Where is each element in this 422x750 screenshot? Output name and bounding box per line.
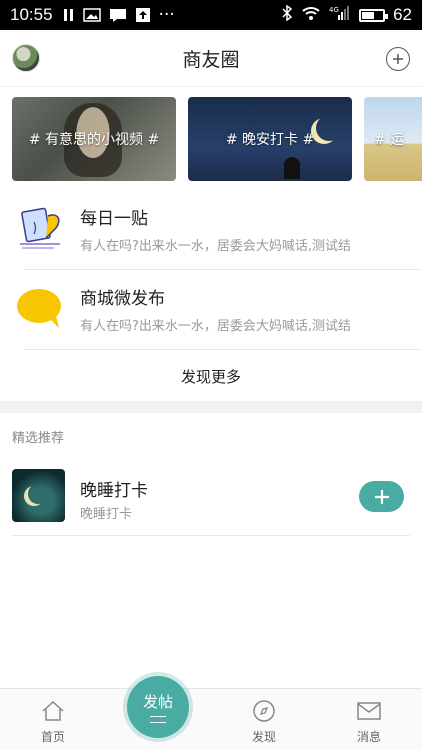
chat-bubble-icon	[14, 282, 66, 334]
topic-card-goodnight[interactable]: # 晚安打卡 #	[188, 97, 352, 181]
topic-card-label: # 运	[374, 132, 405, 148]
wifi-icon	[301, 5, 321, 26]
feature-desc: 有人在吗?出来水一水，居委会大妈喊话,测试结	[80, 319, 352, 334]
tab-label: 消息	[356, 730, 381, 744]
recommendation-title: 晚睡打卡	[80, 481, 148, 501]
app-header: 商友圈	[0, 30, 422, 87]
feature-daily-post[interactable]: 每日一贴 有人在吗?出来水一水，居委会大妈喊话,测试结	[0, 190, 422, 270]
tab-label: 首页	[40, 730, 65, 744]
topic-card-label: # 晚安打卡 #	[225, 132, 315, 148]
tab-discover[interactable]: 发现	[222, 689, 306, 750]
follow-button[interactable]	[359, 481, 404, 512]
section-title: 精选推荐	[12, 431, 65, 446]
pause-icon	[63, 8, 75, 22]
feature-title: 商城微发布	[80, 289, 165, 309]
bluetooth-icon	[281, 4, 293, 26]
menu-lines-icon	[150, 716, 166, 723]
section-separator	[0, 401, 422, 413]
compass-icon	[252, 696, 276, 726]
status-bar: 10:55 ··· 4G 62	[0, 0, 422, 30]
plus-icon	[393, 54, 403, 64]
upload-icon	[135, 7, 151, 23]
moon-icon	[28, 484, 48, 504]
mail-icon	[357, 696, 381, 726]
feature-mall-publish[interactable]: 商城微发布 有人在吗?出来水一水，居委会大妈喊话,测试结	[0, 270, 422, 350]
tab-messages[interactable]: 消息	[327, 689, 411, 750]
divider	[12, 535, 410, 536]
divider	[24, 349, 422, 350]
recommendation-thumbnail	[12, 469, 65, 522]
svg-text:4G: 4G	[329, 6, 339, 14]
image-icon	[82, 8, 101, 22]
cat-silhouette	[284, 157, 300, 179]
tab-home[interactable]: 首页	[11, 689, 95, 750]
post-button[interactable]: 发帖	[127, 676, 189, 738]
message-icon	[109, 7, 127, 23]
avatar[interactable]	[12, 44, 40, 72]
topic-carousel[interactable]: # 有意思的小视频 # # 晚安打卡 # # 运	[12, 97, 422, 181]
feature-title: 每日一贴	[80, 209, 148, 229]
page-title: 商友圈	[182, 48, 240, 71]
tab-label: 发现	[251, 730, 276, 744]
recommendation-item[interactable]: 晚睡打卡 晚睡打卡	[0, 462, 422, 536]
bottom-tab-bar: 首页 发现 消息	[0, 688, 422, 750]
moon-icon	[316, 115, 342, 141]
topic-card-videos[interactable]: # 有意思的小视频 #	[12, 97, 176, 181]
topic-card-label: # 有意思的小视频 #	[28, 132, 160, 148]
battery-icon	[359, 8, 389, 22]
signal-icon: 4G	[329, 5, 351, 26]
note-quill-icon	[14, 202, 66, 254]
battery-level: 62	[393, 5, 412, 24]
topic-card-sports[interactable]: # 运	[364, 97, 422, 181]
home-icon	[41, 696, 65, 726]
feature-desc: 有人在吗?出来水一水，居委会大妈喊话,测试结	[80, 239, 352, 254]
more-dots-icon: ···	[158, 5, 175, 25]
recommendation-subtitle: 晚睡打卡	[80, 507, 133, 522]
discover-more-link[interactable]: 发现更多	[0, 352, 422, 400]
add-button[interactable]	[386, 47, 410, 71]
post-button-label: 发帖	[142, 693, 173, 711]
status-time: 10:55	[10, 5, 53, 24]
plus-icon	[374, 489, 389, 504]
